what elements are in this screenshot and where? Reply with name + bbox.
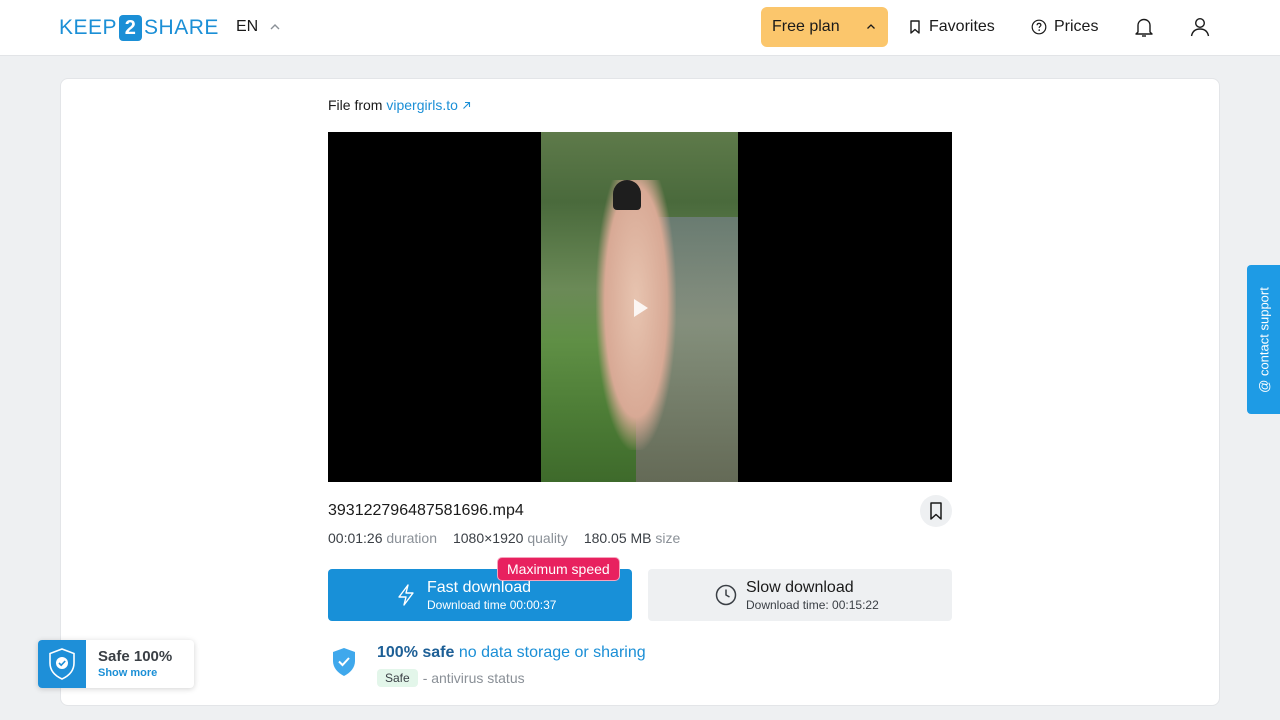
file-name: 393122796487581696.mp4 [328, 502, 524, 519]
contact-support-label: @ contact support [1256, 286, 1271, 393]
slow-download-label: Slow download [746, 579, 854, 596]
fast-download-time: Download time 00:00:37 [427, 598, 557, 612]
quality-label: quality [527, 530, 568, 546]
shield-check-icon [333, 648, 355, 676]
chevron-up-icon [867, 24, 875, 29]
question-circle-icon [1031, 19, 1047, 35]
slow-download-time: Download time: 00:15:22 [746, 598, 879, 612]
contact-support-tab[interactable]: @ contact support [1247, 265, 1280, 414]
bookmark-icon [930, 502, 942, 520]
safe-widget[interactable]: Safe 100% Show more [38, 640, 194, 688]
plan-label: Free plan [772, 18, 840, 35]
thumbnail-hat [613, 180, 641, 210]
widget-icon-box [38, 640, 86, 688]
bookmark-icon [910, 20, 920, 34]
prices-label: Prices [1054, 18, 1099, 35]
video-preview[interactable] [328, 132, 952, 482]
safety-bold: 100% safe [377, 644, 455, 661]
file-source-label: vipergirls.to [386, 97, 458, 113]
duration-label: duration [386, 530, 437, 546]
widget-show-more-link[interactable]: Show more [98, 667, 157, 679]
fast-download-label: Fast download [427, 579, 532, 596]
safety-statement: 100% safe no data storage or sharing [377, 644, 646, 662]
external-link-icon [462, 101, 470, 109]
play-icon[interactable] [628, 296, 652, 320]
file-metadata: 00:01:26 duration 1080×1920 quality 180.… [328, 530, 680, 546]
language-label: EN [236, 18, 259, 35]
prices-link[interactable]: Prices [1031, 16, 1098, 38]
size-value: 180.05 MB [583, 530, 652, 546]
quality-value: 1080×1920 [452, 530, 524, 546]
chevron-up-icon [270, 24, 280, 30]
add-to-favorites-button[interactable] [920, 495, 952, 527]
logo-text-right: SHARE [144, 16, 219, 39]
safety-rest: no data storage or sharing [458, 644, 646, 661]
top-navigation-bar: KEEP 2 SHARE EN Free plan Favorites Pric… [0, 0, 1280, 56]
file-source-line: File from vipergirls.to [328, 97, 471, 113]
bell-icon[interactable] [1131, 14, 1157, 40]
slow-download-button[interactable]: Slow download Download time: 00:15:22 [648, 569, 952, 621]
free-plan-button[interactable]: Free plan [761, 7, 888, 47]
clock-icon [715, 584, 737, 606]
file-source-link[interactable]: vipergirls.to [386, 97, 470, 113]
keep2share-logo[interactable]: KEEP 2 SHARE [59, 14, 219, 42]
logo-text-left: KEEP [59, 16, 118, 39]
favorites-link[interactable]: Favorites [908, 16, 995, 38]
antivirus-status: Safe - antivirus status [377, 669, 525, 687]
antivirus-status-text: - antivirus status [422, 670, 525, 686]
size-label: size [655, 530, 681, 546]
maximum-speed-badge: Maximum speed [497, 557, 620, 581]
language-selector[interactable]: EN [236, 16, 280, 38]
shield-check-icon [49, 648, 75, 680]
safe-status-tag: Safe [377, 669, 418, 687]
widget-title: Safe 100% [98, 648, 173, 665]
file-source-prefix: File from [328, 97, 383, 113]
logo-text-mid: 2 [119, 15, 143, 41]
lightning-icon [398, 584, 414, 606]
duration-value: 00:01:26 [328, 530, 383, 546]
favorites-label: Favorites [929, 18, 995, 35]
user-icon[interactable] [1187, 14, 1213, 40]
